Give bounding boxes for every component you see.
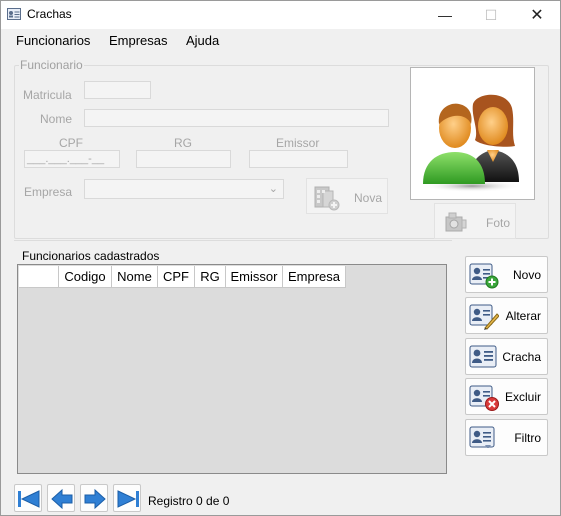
novo-button[interactable]: Novo <box>465 256 548 293</box>
photo-frame <box>410 67 535 200</box>
emissor-input[interactable] <box>249 150 348 168</box>
funcionario-legend: Funcionario <box>20 58 83 72</box>
id-card-icon <box>469 345 497 368</box>
menu-funcionarios[interactable]: Funcionarios <box>16 33 90 48</box>
building-add-icon <box>314 186 340 211</box>
cpf-label: CPF <box>59 136 83 150</box>
alterar-label: Alterar <box>505 309 541 323</box>
grid-col-empresa[interactable]: Empresa <box>283 266 346 288</box>
rg-input[interactable] <box>136 150 231 168</box>
rg-label: RG <box>174 136 192 150</box>
grid-col-codigo[interactable]: Codigo <box>59 266 112 288</box>
foto-label: Foto <box>486 216 511 230</box>
grid-col-cpf[interactable]: CPF <box>158 266 195 288</box>
grid-separator <box>14 240 452 241</box>
minimize-button[interactable]: — <box>422 1 468 29</box>
next-record-button[interactable] <box>80 484 108 512</box>
grid-title: Funcionarios cadastrados <box>22 249 160 263</box>
matricula-label: Matricula <box>23 88 72 102</box>
grid-col-rg[interactable]: RG <box>195 266 226 288</box>
filter-list-icon <box>469 426 495 448</box>
foto-button[interactable]: Foto <box>434 203 516 239</box>
nome-input[interactable] <box>84 109 389 127</box>
emissor-label: Emissor <box>276 136 320 150</box>
last-arrow-icon <box>117 490 139 508</box>
filtro-label: Filtro <box>514 431 541 445</box>
excluir-label: Excluir <box>504 390 541 404</box>
alterar-button[interactable]: Alterar <box>465 297 548 334</box>
first-record-button[interactable] <box>14 484 42 512</box>
funcionarios-grid[interactable]: Codigo Nome CPF RG Emissor Empresa <box>17 264 447 474</box>
camera-icon <box>445 212 467 232</box>
user-add-icon <box>469 263 499 289</box>
menu-bar: Funcionarios Empresas Ajuda <box>1 30 560 52</box>
menu-empresas[interactable]: Empresas <box>109 33 168 48</box>
grid-col-selector[interactable] <box>19 266 59 288</box>
user-edit-icon <box>469 304 499 330</box>
maximize-button[interactable]: ☐ <box>468 1 514 29</box>
grid-header: Codigo Nome CPF RG Emissor Empresa <box>19 266 346 288</box>
nova-empresa-label: Nova <box>354 191 383 205</box>
grid-col-nome[interactable]: Nome <box>112 266 158 288</box>
nova-empresa-button[interactable]: Nova <box>306 178 388 214</box>
nome-label: Nome <box>40 112 73 126</box>
cracha-label: Cracha <box>502 350 541 364</box>
cpf-input[interactable]: ___.___.___-__ <box>24 150 120 168</box>
close-button[interactable]: ✕ <box>514 1 560 29</box>
novo-label: Novo <box>512 268 541 282</box>
left-arrow-icon <box>51 488 73 510</box>
right-arrow-icon <box>84 488 106 510</box>
excluir-button[interactable]: Excluir <box>465 378 548 415</box>
previous-record-button[interactable] <box>47 484 75 512</box>
employees-photo-icon <box>422 94 522 192</box>
record-status: Registro 0 de 0 <box>148 494 230 508</box>
last-record-button[interactable] <box>113 484 141 512</box>
first-arrow-icon <box>18 490 40 508</box>
matricula-input[interactable] <box>84 81 151 99</box>
chevron-down-icon: ⌄ <box>268 183 278 195</box>
filtro-button[interactable]: Filtro <box>465 419 548 456</box>
empresa-select[interactable]: ⌄ <box>84 179 284 199</box>
app-icon <box>7 8 21 20</box>
grid-col-emissor[interactable]: Emissor <box>226 266 283 288</box>
empresa-label: Empresa <box>24 185 73 199</box>
title-bar: Crachas — ☐ ✕ <box>1 1 560 29</box>
menu-ajuda[interactable]: Ajuda <box>186 33 219 48</box>
window-title: Crachas <box>27 7 72 21</box>
user-delete-icon <box>469 385 499 411</box>
cracha-button[interactable]: Cracha <box>465 338 548 375</box>
main-window: Crachas — ☐ ✕ Funcionarios Empresas Ajud… <box>0 0 561 516</box>
